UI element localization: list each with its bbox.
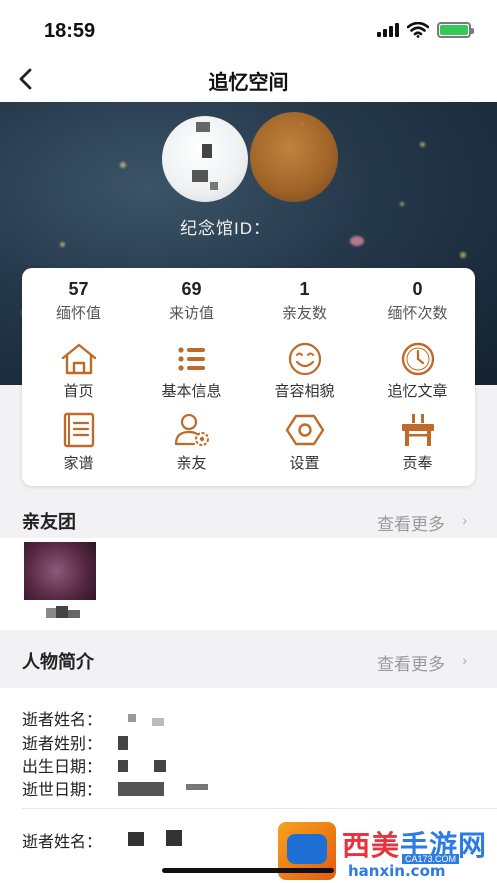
redacted-value [118, 782, 164, 796]
battery-icon [437, 22, 474, 38]
menu-memorial-articles[interactable]: 追忆文章 [361, 342, 474, 401]
profile-row-name: 逝者姓名： [22, 712, 103, 729]
menu-label: 亲友 [176, 455, 207, 472]
status-icons [377, 22, 474, 38]
menu-label: 设置 [289, 455, 320, 472]
stat-value: 57 [68, 279, 89, 299]
friend-name-redacted [46, 606, 82, 620]
menu-label: 贡奉 [402, 455, 433, 472]
redacted-value [154, 760, 166, 772]
memorial-photo[interactable] [250, 112, 338, 202]
deceased-portrait[interactable] [162, 116, 248, 202]
status-bar: 18:59 [0, 0, 497, 56]
stat-friend-count: 1 亲友数 [248, 278, 361, 323]
status-time: 18:59 [44, 20, 96, 42]
home-indicator[interactable] [162, 868, 334, 873]
stat-label: 缅怀次数 [387, 305, 448, 322]
profile-section-header: 人物简介 查看更多 › [0, 630, 497, 688]
redacted-value [128, 714, 136, 722]
menu-label: 追忆文章 [387, 383, 448, 400]
stat-label: 亲友数 [281, 305, 327, 322]
list-icon [177, 347, 205, 371]
menu-friends[interactable]: 亲友 [135, 412, 248, 473]
watermark-url: hanxin.com [348, 862, 446, 880]
chevron-right-icon: › [462, 652, 467, 668]
altar-table-icon [401, 414, 434, 446]
friend-avatar[interactable] [24, 542, 96, 600]
cellular-signal-icon [377, 23, 399, 37]
chevron-right-icon: › [462, 512, 467, 528]
menu-settings[interactable]: 设置 [248, 412, 361, 473]
profile-row-name-2: 逝者姓名： [22, 834, 103, 851]
home-icon [61, 343, 96, 375]
memorial-card: 57 缅怀值 69 来访值 1 亲友数 0 缅怀次数 首页 基本信息 音容相貌 … [22, 268, 475, 486]
page-title: 追忆空间 [208, 72, 289, 94]
redacted-value [186, 784, 208, 790]
menu-label: 首页 [63, 383, 94, 400]
hex-nut-icon [285, 414, 324, 446]
wifi-icon [407, 22, 429, 38]
stat-label: 缅怀值 [55, 305, 101, 322]
profile-row-gender: 逝者姓别： [22, 736, 103, 753]
menu-offerings[interactable]: 贡奉 [361, 412, 474, 473]
stat-value: 1 [299, 279, 310, 299]
redacted-value [152, 718, 164, 726]
stat-value: 69 [181, 279, 202, 299]
profile-row-death: 逝世日期： [22, 782, 103, 799]
friends-list [0, 538, 497, 630]
smiley-icon [288, 342, 321, 376]
view-more-profile-link[interactable]: 查看更多 [377, 650, 445, 675]
redacted-value [128, 832, 144, 846]
stat-visit-value: 69 来访值 [135, 278, 248, 323]
stat-memorial-value: 57 缅怀值 [22, 278, 135, 323]
profile-row-birth: 出生日期： [22, 759, 103, 776]
menu-label: 音容相貌 [274, 383, 335, 400]
memorial-id: 纪念馆ID： [180, 219, 271, 238]
section-title: 人物简介 [22, 652, 94, 672]
redacted-value [118, 760, 128, 772]
menu-label: 基本信息 [161, 383, 222, 400]
menu-family-tree[interactable]: 家谱 [22, 412, 135, 473]
redacted-value [118, 736, 128, 750]
divider [22, 808, 497, 809]
menu-basic-info[interactable]: 基本信息 [135, 342, 248, 401]
redacted-value [166, 830, 182, 846]
user-settings-icon [174, 413, 209, 446]
book-icon [63, 412, 94, 448]
menu-appearance[interactable]: 音容相貌 [248, 342, 361, 401]
stat-label: 来访值 [168, 305, 214, 322]
menu-home[interactable]: 首页 [22, 342, 135, 401]
menu-label: 家谱 [63, 455, 94, 472]
view-more-friends-link[interactable]: 查看更多 [377, 510, 445, 535]
section-title: 亲友团 [22, 512, 76, 532]
clock-icon [401, 342, 434, 376]
stat-memorial-times: 0 缅怀次数 [361, 278, 474, 323]
nav-bar: 追忆空间 [0, 56, 497, 102]
stat-value: 0 [412, 279, 423, 299]
